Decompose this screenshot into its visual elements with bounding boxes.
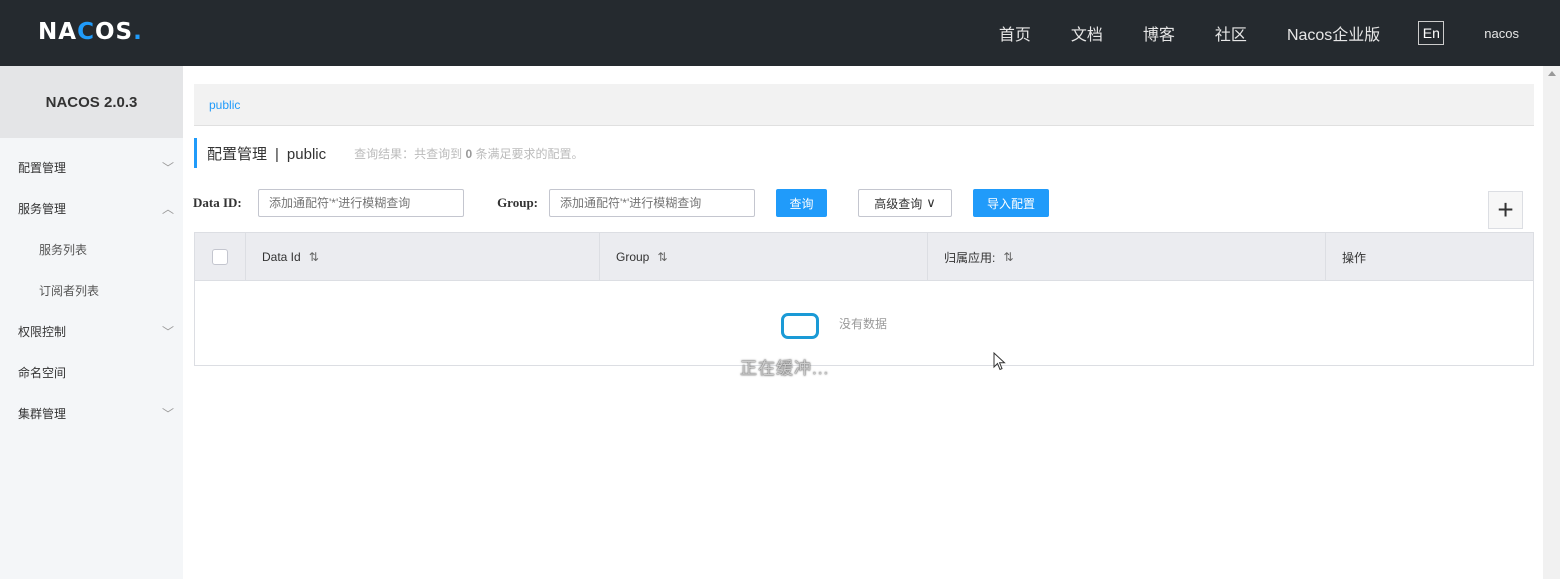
sidebar-item-access-control[interactable]: 权限控制 ﹀ [0, 312, 183, 353]
sidebar: NACOS 2.0.3 配置管理 ﹀ 服务管理 ︿ 服务列表 订阅者列表 权限控… [0, 66, 183, 579]
summary-prefix: 查询结果：共查询到 [354, 146, 463, 161]
sort-icon[interactable]: ⇅ [309, 250, 319, 264]
top-header: NA C OS. 首页 文档 博客 社区 Nacos企业版 En nacos [0, 0, 1560, 66]
config-table: Data Id ⇅ Group ⇅ 归属应用: ⇅ 操作 没有数据 [194, 232, 1534, 366]
scroll-up-icon[interactable] [1548, 71, 1556, 76]
logo-text-na: NA [38, 19, 78, 45]
chevron-down-icon: ﹀ [162, 325, 175, 339]
advanced-query-label: 高级查询 [874, 196, 923, 211]
page-title: 配置管理 | public [207, 143, 326, 164]
title-accent-bar [194, 138, 197, 168]
plus-icon: + [1497, 194, 1514, 225]
nav-home[interactable]: 首页 [999, 21, 1031, 45]
page-header: 配置管理 | public 查询结果：共查询到 0 条满足要求的配置。 [194, 138, 584, 168]
chevron-down-icon: ﹀ [162, 407, 175, 421]
logo-text-c: C [77, 19, 95, 45]
page-title-namespace: public [286, 145, 327, 163]
data-id-input[interactable] [258, 189, 464, 217]
data-id-label: Data ID: [193, 195, 242, 210]
sidebar-item-cluster-management[interactable]: 集群管理 ﹀ [0, 394, 183, 435]
main-content: public 配置管理 | public 查询结果：共查询到 0 条满足要求的配置。… [183, 66, 1543, 579]
namespace-breadcrumb: public [194, 84, 1534, 126]
column-label: 操作 [1342, 250, 1367, 265]
query-button[interactable]: 查询 [776, 189, 827, 217]
add-config-button[interactable]: + [1488, 191, 1523, 229]
advanced-query-button[interactable]: 高级查询 ∨ [858, 189, 952, 217]
nav-blog[interactable]: 博客 [1143, 21, 1175, 45]
title-separator: | [275, 145, 279, 163]
column-label: 归属应用: [944, 250, 996, 265]
column-group[interactable]: Group ⇅ [600, 233, 928, 281]
vertical-scrollbar[interactable] [1543, 66, 1560, 579]
column-data-id[interactable]: Data Id ⇅ [246, 233, 600, 281]
summary-count: 0 [465, 146, 473, 161]
search-bar: Data ID: Group: 查询 高级查询 ∨ 导入配置 [193, 188, 1049, 218]
column-label: Data Id [262, 250, 301, 264]
mouse-cursor-icon [993, 352, 1006, 371]
summary-suffix: 条满足要求的配置。 [475, 146, 584, 161]
group-label: Group: [497, 195, 538, 210]
page-title-text: 配置管理 [207, 145, 268, 163]
sidebar-item-label: 服务管理 [18, 202, 67, 216]
group-input[interactable] [549, 189, 755, 217]
logo-text-os: OS [94, 19, 134, 45]
sidebar-item-label: 配置管理 [18, 161, 67, 175]
version-label: NACOS 2.0.3 [0, 66, 183, 138]
nacos-logo[interactable]: NA C OS. [38, 17, 143, 47]
table-body: 没有数据 [195, 281, 1533, 365]
sidebar-item-label: 订阅者列表 [39, 284, 100, 298]
sidebar-item-label: 服务列表 [39, 243, 88, 257]
column-app[interactable]: 归属应用: ⇅ [928, 233, 1326, 281]
sidebar-item-label: 集群管理 [18, 407, 67, 421]
sort-icon[interactable]: ⇅ [1003, 250, 1013, 264]
query-summary: 查询结果：共查询到 0 条满足要求的配置。 [354, 145, 583, 162]
buffering-overlay-text: 正在缓冲... [740, 359, 830, 378]
empty-table-text: 没有数据 [839, 317, 888, 331]
sidebar-item-service-list[interactable]: 服务列表 [0, 230, 183, 271]
language-switch-button[interactable]: En [1418, 21, 1445, 45]
user-name[interactable]: nacos [1484, 26, 1519, 41]
top-nav: 首页 文档 博客 社区 Nacos企业版 En nacos [999, 0, 1560, 66]
select-all-checkbox[interactable] [212, 249, 228, 265]
sidebar-item-label: 命名空间 [18, 366, 67, 380]
sidebar-menu: 配置管理 ﹀ 服务管理 ︿ 服务列表 订阅者列表 权限控制 ﹀ 命名空间 集群管… [0, 138, 183, 435]
sidebar-item-namespace[interactable]: 命名空间 [0, 353, 183, 394]
nav-docs[interactable]: 文档 [1071, 21, 1103, 45]
table-header: Data Id ⇅ Group ⇅ 归属应用: ⇅ 操作 [195, 233, 1533, 281]
nav-enterprise[interactable]: Nacos企业版 [1287, 21, 1380, 45]
import-config-button[interactable]: 导入配置 [973, 189, 1049, 217]
sidebar-item-label: 权限控制 [18, 325, 67, 339]
chevron-up-icon: ︿ [162, 202, 175, 216]
namespace-link-public[interactable]: public [209, 98, 240, 112]
sidebar-item-subscriber-list[interactable]: 订阅者列表 [0, 271, 183, 312]
chevron-down-icon: ∨ [926, 195, 936, 210]
nav-community[interactable]: 社区 [1215, 21, 1247, 45]
chevron-down-icon: ﹀ [162, 161, 175, 175]
column-label: Group [616, 250, 650, 264]
logo-dot: . [133, 19, 143, 45]
loading-spinner-icon [781, 313, 819, 339]
header-select-all [195, 233, 246, 281]
sort-icon[interactable]: ⇅ [657, 250, 667, 264]
sidebar-item-config-management[interactable]: 配置管理 ﹀ [0, 148, 183, 189]
sidebar-item-service-management[interactable]: 服务管理 ︿ [0, 189, 183, 230]
column-actions: 操作 [1326, 233, 1533, 281]
